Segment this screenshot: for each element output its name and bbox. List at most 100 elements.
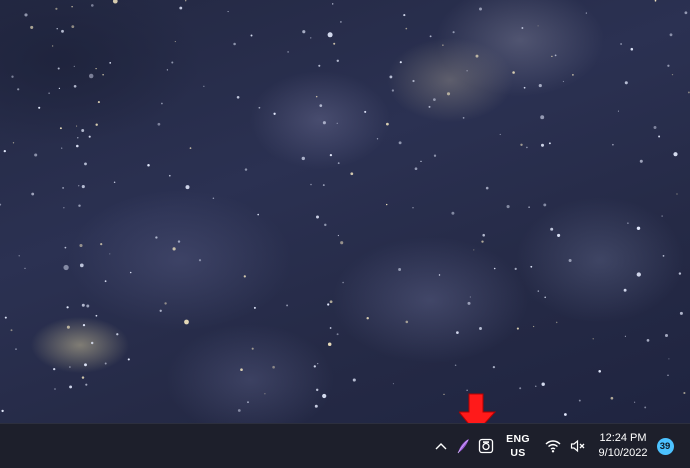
star — [535, 385, 537, 387]
notification-center-button[interactable]: 39 — [653, 424, 677, 468]
clock[interactable]: 12:24 PM 9/10/2022 — [594, 424, 652, 468]
star — [557, 233, 561, 237]
star — [184, 319, 189, 325]
star — [310, 37, 312, 39]
star — [678, 272, 682, 275]
star — [398, 268, 402, 271]
star — [523, 86, 526, 89]
star — [405, 27, 408, 30]
star — [95, 123, 98, 126]
star — [251, 347, 254, 350]
star — [433, 98, 436, 101]
star — [116, 333, 119, 336]
star — [81, 376, 85, 379]
language-indicator[interactable]: ENG US — [503, 424, 533, 468]
star — [376, 138, 379, 140]
star — [203, 85, 205, 87]
star — [38, 106, 41, 109]
star — [322, 393, 327, 399]
star — [57, 67, 60, 70]
star — [658, 135, 661, 138]
star — [514, 267, 517, 271]
star — [100, 243, 103, 246]
star — [212, 197, 215, 200]
star — [568, 258, 572, 263]
star — [264, 393, 266, 395]
star — [327, 32, 333, 38]
star — [324, 223, 327, 227]
star — [12, 142, 15, 144]
star — [34, 153, 38, 157]
desktop-screen: ENG US 12:24 PM 9/10/2022 39 — [0, 0, 690, 468]
star — [71, 25, 75, 28]
star — [337, 162, 340, 165]
star — [329, 300, 333, 304]
wallpaper-stars — [0, 0, 690, 416]
star — [81, 129, 85, 132]
star — [467, 301, 471, 305]
star — [185, 185, 190, 190]
star — [84, 363, 87, 367]
star — [88, 135, 91, 138]
star — [352, 378, 356, 382]
star — [473, 249, 475, 251]
star — [530, 265, 533, 268]
star — [336, 59, 339, 62]
star — [683, 391, 686, 395]
star — [272, 365, 275, 369]
star — [462, 117, 465, 119]
star — [61, 147, 63, 149]
star — [11, 75, 14, 78]
star — [543, 203, 547, 207]
star — [446, 92, 451, 96]
star — [451, 211, 455, 215]
star — [56, 28, 58, 30]
star — [317, 362, 319, 365]
star — [1, 409, 4, 413]
star — [147, 164, 150, 167]
star — [528, 206, 530, 208]
star — [112, 0, 118, 4]
star — [456, 331, 459, 334]
star — [386, 203, 388, 206]
star — [327, 342, 332, 347]
star — [433, 154, 437, 157]
star — [172, 247, 176, 251]
star — [506, 205, 510, 209]
star — [73, 65, 75, 68]
star — [250, 34, 253, 37]
star — [342, 281, 344, 284]
star — [676, 193, 678, 195]
star — [479, 7, 482, 11]
star — [102, 74, 104, 76]
purple-feather-icon[interactable] — [452, 424, 474, 468]
star — [516, 327, 519, 330]
star — [612, 143, 614, 146]
star — [322, 121, 326, 125]
star — [653, 126, 657, 129]
star — [78, 204, 81, 207]
star — [398, 141, 402, 145]
star — [76, 125, 78, 127]
star — [541, 382, 545, 386]
star — [310, 183, 312, 186]
star — [564, 413, 567, 416]
star — [671, 73, 674, 76]
star — [81, 303, 85, 307]
language-code: ENG — [506, 433, 530, 445]
chevron-up-icon[interactable] — [430, 424, 452, 468]
star — [17, 88, 20, 91]
star — [620, 43, 623, 45]
star — [155, 236, 158, 239]
star — [340, 241, 344, 245]
star — [548, 142, 551, 145]
star — [24, 267, 26, 270]
star — [90, 4, 94, 7]
star — [492, 365, 496, 369]
star — [286, 304, 289, 307]
clock-time: 12:24 PM — [599, 432, 647, 444]
screenshot-camera-icon[interactable] — [474, 424, 498, 468]
speaker-muted-icon[interactable] — [566, 424, 590, 468]
star — [273, 112, 276, 115]
wifi-icon[interactable] — [541, 424, 565, 468]
